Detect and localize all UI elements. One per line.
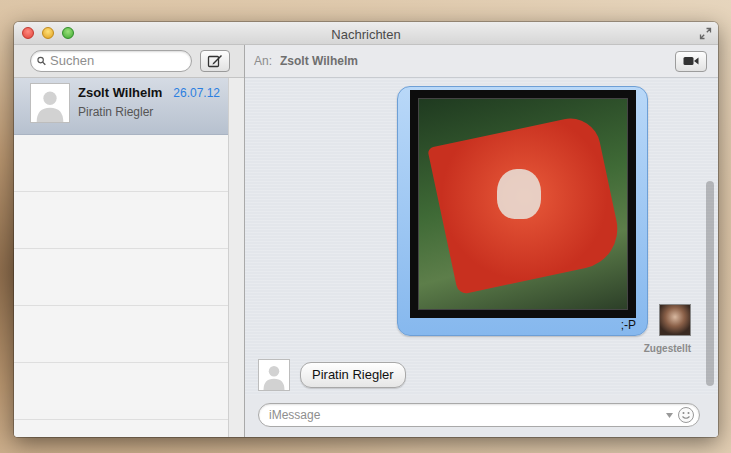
message-input[interactable] xyxy=(269,406,662,424)
image-caption: ;-P xyxy=(410,318,636,332)
to-label: An: xyxy=(254,52,272,70)
person-icon xyxy=(259,360,289,390)
smiley-icon[interactable] xyxy=(677,406,695,424)
video-button[interactable] xyxy=(675,51,707,72)
search-field[interactable] xyxy=(30,50,192,72)
contact-avatar xyxy=(258,359,290,391)
person-icon xyxy=(31,84,69,122)
recipient-bar: An: Zsolt Wilhelm xyxy=(245,45,718,78)
conversation-pane: An: Zsolt Wilhelm ;-P Zugestellt Piratin R… xyxy=(245,45,718,437)
contact-name: Zsolt Wilhelm xyxy=(78,83,162,103)
message-field[interactable] xyxy=(258,403,700,427)
zoom-icon[interactable] xyxy=(62,27,74,39)
video-camera-icon xyxy=(683,56,699,66)
search-icon xyxy=(37,55,46,67)
message-preview: Piratin Riegler xyxy=(78,103,220,121)
message: ;-P Zugestellt xyxy=(258,86,691,356)
fullscreen-icon[interactable] xyxy=(699,27,712,40)
sidebar-toolbar xyxy=(14,45,244,78)
composer xyxy=(245,395,718,437)
delivery-status: Zugestellt xyxy=(258,341,691,356)
compose-button[interactable] xyxy=(200,50,230,72)
image-bubble[interactable]: ;-P xyxy=(397,86,648,336)
recipient-name[interactable]: Zsolt Wilhelm xyxy=(280,52,667,70)
window-controls xyxy=(22,27,74,39)
text-bubble[interactable]: Piratin Riegler xyxy=(300,362,406,389)
message-area: ;-P Zugestellt Piratin Riegler xyxy=(245,78,718,395)
conversation-list: Zsolt Wilhelm 26.07.12Piratin Riegler xyxy=(14,78,229,437)
sidebar-divider[interactable] xyxy=(229,78,244,437)
conversation-item[interactable]: Zsolt Wilhelm 26.07.12Piratin Riegler xyxy=(14,78,228,135)
messages-window: Nachrichten xyxy=(14,22,718,437)
photo[interactable] xyxy=(410,90,636,318)
window-title: Nachrichten xyxy=(331,27,400,42)
search-input[interactable] xyxy=(50,51,183,71)
minimize-icon[interactable] xyxy=(42,27,54,39)
title-bar: Nachrichten xyxy=(14,22,718,45)
message: Piratin Riegler xyxy=(258,359,691,391)
conversation-date: 26.07.12 xyxy=(173,84,220,102)
contact-avatar xyxy=(30,83,70,123)
compose-icon xyxy=(207,54,223,68)
close-icon[interactable] xyxy=(22,27,34,39)
scrollbar-thumb[interactable] xyxy=(706,181,714,386)
sidebar: Zsolt Wilhelm 26.07.12Piratin Riegler xyxy=(14,45,245,437)
my-avatar xyxy=(659,304,691,336)
dropdown-arrow-icon[interactable] xyxy=(666,413,673,418)
